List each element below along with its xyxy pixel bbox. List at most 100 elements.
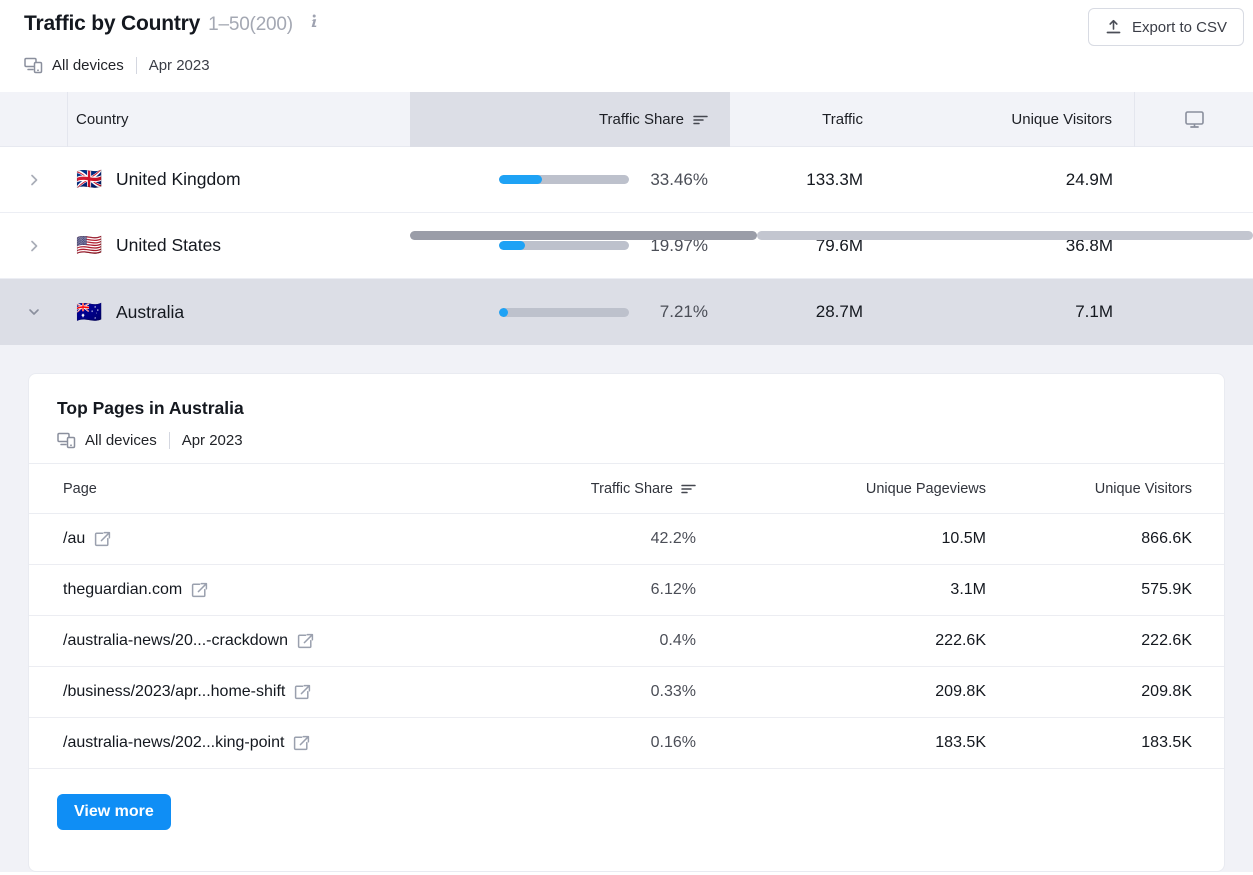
widget-header: Traffic by Country 1–50(200) All devices — [0, 0, 1253, 92]
header-expand-spacer — [0, 92, 68, 147]
top-pages-card: Top Pages in Australia All devices Apr 2… — [28, 373, 1225, 872]
header-unique-visitors-label: Unique Visitors — [1011, 111, 1112, 128]
header-page[interactable]: Page — [51, 481, 506, 497]
table-header-row: Country Traffic Share Traffic Unique Vis… — [0, 92, 1253, 147]
page-unique-pageviews: 183.5K — [696, 734, 986, 752]
row-unique-visitors-value: 7.1M — [885, 279, 1135, 345]
top-pages-row[interactable]: /business/2023/apr...home-shift0.33%209.… — [29, 667, 1224, 718]
table-row[interactable]: 🇦🇺Australia7.21%28.7M7.1M — [0, 279, 1253, 345]
country-name: United States — [116, 235, 221, 256]
top-pages-row[interactable]: theguardian.com 6.12%3.1M575.9K — [29, 565, 1224, 616]
all-devices-icon — [24, 56, 43, 74]
page-cell[interactable]: theguardian.com — [51, 581, 506, 599]
date-label[interactable]: Apr 2023 — [149, 57, 210, 74]
row-unique-visitors-value: 24.9M — [885, 147, 1135, 212]
row-traffic-share-cell: 19.97% — [410, 213, 730, 278]
export-to-csv-button[interactable]: Export to CSV — [1088, 8, 1244, 46]
top-pages-date-label[interactable]: Apr 2023 — [182, 432, 243, 449]
country-flag-icon: 🇦🇺 — [76, 302, 102, 323]
page-path: /au — [63, 530, 85, 548]
country-name: Australia — [116, 302, 184, 323]
scrollbar-thumb[interactable] — [410, 231, 757, 240]
page-unique-pageviews: 10.5M — [696, 530, 986, 548]
row-traffic-value: 133.3M — [730, 147, 885, 212]
top-pages-all-devices-label[interactable]: All devices — [85, 432, 157, 449]
country-table: Country Traffic Share Traffic Unique Vis… — [0, 92, 1253, 345]
page-unique-visitors: 575.9K — [986, 581, 1202, 599]
header-page-traffic-share[interactable]: Traffic Share — [506, 481, 696, 497]
page-cell[interactable]: /business/2023/apr...home-shift — [51, 683, 506, 701]
all-devices-label[interactable]: All devices — [52, 57, 124, 74]
expanded-detail-area: Top Pages in Australia All devices Apr 2… — [0, 345, 1253, 872]
page-unique-visitors: 222.6K — [986, 632, 1202, 650]
country-flag-icon: 🇬🇧 — [76, 169, 102, 190]
page-traffic-share: 0.4% — [506, 632, 696, 650]
page-traffic-share: 0.16% — [506, 734, 696, 752]
row-expand-toggle[interactable] — [0, 279, 68, 345]
page-path: /australia-news/20...-crackdown — [63, 632, 288, 650]
row-overflow-cell — [1135, 279, 1253, 345]
header-traffic-label: Traffic — [822, 111, 863, 128]
page-cell[interactable]: /au — [51, 530, 506, 548]
external-link-icon[interactable] — [297, 633, 314, 650]
header-traffic[interactable]: Traffic — [730, 92, 885, 147]
view-more-button[interactable]: View more — [57, 794, 171, 830]
row-overflow-cell — [1135, 213, 1253, 278]
traffic-share-bar — [499, 308, 629, 317]
row-expand-toggle[interactable] — [0, 213, 68, 278]
header-unique-pageviews-label: Unique Pageviews — [866, 481, 986, 497]
header-traffic-share-label: Traffic Share — [599, 111, 684, 128]
external-link-icon[interactable] — [94, 531, 111, 548]
page-unique-pageviews: 3.1M — [696, 581, 986, 599]
all-devices-icon — [57, 431, 76, 449]
top-pages-body: /au42.2%10.5M866.6K theguardian.com 6.12%3… — [29, 514, 1224, 769]
row-traffic-share-cell: 33.46% — [410, 147, 730, 212]
header-page-unique-visitors-label: Unique Visitors — [1095, 481, 1192, 497]
header-traffic-share[interactable]: Traffic Share — [410, 92, 730, 147]
chevron-right-icon — [26, 238, 42, 254]
top-pages-header: Top Pages in Australia All devices Apr 2… — [29, 374, 1224, 463]
top-pages-title: Top Pages in Australia — [57, 398, 1196, 419]
top-pages-row[interactable]: /australia-news/202...king-point0.16%183… — [29, 718, 1224, 769]
table-body: 🇬🇧 United Kingdom 33.46%133.3M24.9M 🇺🇸Unite… — [0, 147, 1253, 345]
header-page-unique-visitors[interactable]: Unique Visitors — [986, 481, 1202, 497]
table-row[interactable]: 🇬🇧 United Kingdom 33.46%133.3M24.9M — [0, 147, 1253, 213]
result-count: 1–50(200) — [208, 14, 293, 36]
row-country-cell: 🇺🇸United States — [68, 213, 410, 278]
row-traffic-share-cell: 7.21% — [410, 279, 730, 345]
row-country-cell: 🇦🇺 Australia — [68, 279, 410, 345]
row-country-cell: 🇬🇧 United Kingdom — [68, 147, 410, 212]
sort-descending-icon[interactable] — [693, 114, 708, 126]
row-overflow-cell — [1135, 147, 1253, 212]
row-unique-visitors-value: 36.8M — [885, 213, 1135, 278]
header-device-column[interactable] — [1135, 92, 1253, 147]
info-icon[interactable] — [306, 13, 320, 29]
top-pages-row[interactable]: /australia-news/20...-crackdown 0.4% 222.6… — [29, 616, 1224, 667]
page-cell[interactable]: /australia-news/20...-crackdown — [51, 632, 506, 650]
page-traffic-share: 0.33% — [506, 683, 696, 701]
meta-divider — [136, 57, 137, 74]
external-link-icon[interactable] — [293, 735, 310, 752]
sort-descending-icon[interactable] — [681, 483, 696, 495]
country-name: United Kingdom — [116, 169, 241, 190]
page-path: theguardian.com — [63, 581, 182, 599]
table-row[interactable]: 🇺🇸United States19.97%79.6M36.8M — [0, 213, 1253, 279]
external-link-icon[interactable] — [191, 582, 208, 599]
traffic-by-country-widget: Traffic by Country 1–50(200) All devices — [0, 0, 1253, 875]
page-title: Traffic by Country — [24, 12, 200, 36]
horizontal-scrollbar[interactable] — [410, 231, 1253, 240]
page-path: /business/2023/apr...home-shift — [63, 683, 285, 701]
header-country[interactable]: Country — [68, 92, 410, 147]
header-page-label: Page — [63, 481, 97, 497]
page-traffic-share: 6.12% — [506, 581, 696, 599]
header-unique-pageviews[interactable]: Unique Pageviews — [696, 481, 986, 497]
row-expand-toggle[interactable] — [0, 147, 68, 212]
external-link-icon[interactable] — [294, 684, 311, 701]
page-cell[interactable]: /australia-news/202...king-point — [51, 734, 506, 752]
top-pages-header-row: Page Traffic Share Unique — [29, 464, 1224, 514]
top-pages-row[interactable]: /au42.2%10.5M866.6K — [29, 514, 1224, 565]
header-unique-visitors[interactable]: Unique Visitors — [885, 92, 1135, 147]
traffic-share-value: 7.21% — [642, 302, 708, 322]
top-pages-table: Page Traffic Share Unique — [29, 463, 1224, 769]
traffic-share-bar — [499, 241, 629, 250]
